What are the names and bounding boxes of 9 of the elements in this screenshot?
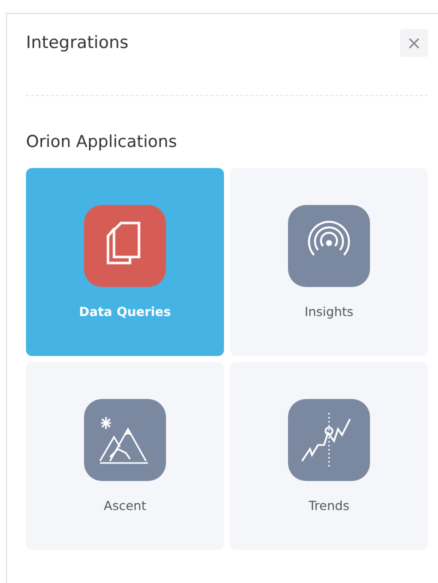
app-label: Data Queries <box>79 304 171 319</box>
app-tile[interactable]: Trends <box>230 362 428 550</box>
app-tile[interactable]: Ascent <box>26 362 224 550</box>
section-title: Orion Applications <box>26 132 178 151</box>
panel-title: Integrations <box>26 33 129 53</box>
app-tile[interactable]: Insights <box>230 168 428 356</box>
app-label: Trends <box>308 498 350 513</box>
app-label: Insights <box>304 304 354 319</box>
app-label: Ascent <box>104 498 146 513</box>
